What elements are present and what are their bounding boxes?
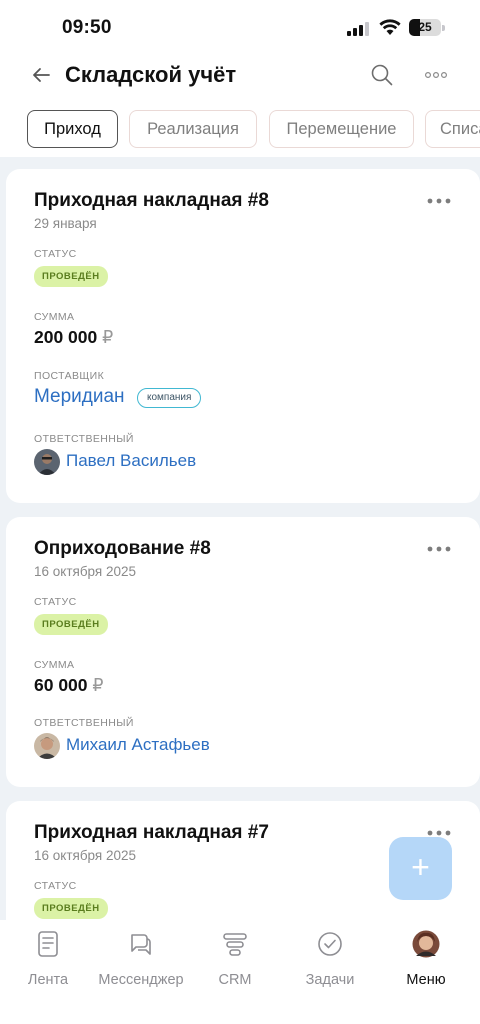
amount-number: 200 000 [34, 327, 98, 347]
status-label: СТАТУС [34, 880, 77, 892]
card-date: 29 января [34, 216, 97, 231]
currency-symbol: ₽ [92, 675, 104, 695]
status-label: СТАТУС [34, 248, 77, 260]
document-card[interactable]: Приходная накладная #8 29 января СТАТУС … [6, 169, 480, 503]
back-arrow-icon[interactable] [30, 64, 52, 86]
crm-icon [223, 933, 247, 956]
bottom-navigation: Лента Мессенджер CRM Задачи Меню [0, 920, 480, 1024]
document-card[interactable]: Оприходование #8 16 октября 2025 СТАТУС … [6, 517, 480, 787]
nav-label: Меню [406, 972, 446, 988]
amount-label: СУММА [34, 659, 75, 671]
tasks-icon [318, 932, 342, 956]
card-title: Оприходование #8 [34, 538, 211, 559]
feed-icon [38, 931, 58, 957]
status-label: СТАТУС [34, 596, 77, 608]
amount-value: 60 000 ₽ [34, 675, 104, 696]
add-document-button[interactable]: + [389, 837, 452, 900]
status-badge: ПРОВЕДЁН [34, 614, 108, 635]
battery-tip [442, 25, 445, 31]
search-icon[interactable] [370, 63, 394, 87]
currency-symbol: ₽ [102, 327, 114, 347]
nav-item-menu[interactable]: Меню [378, 926, 474, 988]
supplier-label: ПОСТАВЩИК [34, 370, 105, 382]
nav-label: Мессенджер [98, 972, 184, 988]
card-date: 16 октября 2025 [34, 564, 137, 579]
more-options-icon[interactable] [424, 66, 448, 84]
page-title: Складской учёт [65, 62, 237, 87]
card-more-icon[interactable] [426, 829, 452, 837]
tab-spisanie[interactable]: Списание [425, 110, 480, 148]
cellular-signal-icon [347, 22, 371, 36]
card-more-icon[interactable] [426, 545, 452, 553]
messenger-icon [131, 934, 151, 955]
status-badge: ПРОВЕДЁН [34, 266, 108, 287]
battery-icon: 25 [409, 19, 441, 36]
tab-peremeshchenie[interactable]: Перемещение [269, 110, 414, 148]
tab-bar: Приход Реализация Перемещение Списание [27, 110, 480, 148]
amount-label: СУММА [34, 311, 75, 323]
responsible-name: Михаил Астафьев [66, 735, 210, 754]
nav-label: Лента [27, 972, 69, 988]
avatar [34, 449, 60, 475]
app-header: Складской учёт [0, 56, 480, 100]
tab-prihod[interactable]: Приход [27, 110, 118, 148]
status-bar: 09:50 25 [0, 0, 480, 56]
menu-avatar-icon [412, 930, 440, 958]
nav-label: Задачи [305, 972, 355, 988]
card-date: 16 октября 2025 [34, 848, 137, 863]
nav-item-crm[interactable]: CRM [187, 926, 283, 988]
status-badge: ПРОВЕДЁН [34, 898, 108, 919]
company-badge: компания [137, 388, 202, 408]
responsible-name: Павел Васильев [66, 451, 197, 470]
status-time: 09:50 [62, 17, 112, 38]
plus-icon: + [411, 849, 430, 885]
avatar [34, 733, 60, 759]
tab-realizatsiya[interactable]: Реализация [129, 110, 257, 148]
nav-item-feed[interactable]: Лента [0, 926, 96, 988]
card-title: Приходная накладная #7 [34, 822, 269, 843]
amount-number: 60 000 [34, 675, 88, 695]
nav-item-messenger[interactable]: Мессенджер [93, 926, 189, 988]
responsible-label: ОТВЕТСТВЕННЫЙ [34, 433, 134, 445]
wifi-icon [379, 19, 401, 35]
responsible-label: ОТВЕТСТВЕННЫЙ [34, 717, 134, 729]
battery-level: 25 [418, 20, 432, 34]
card-title: Приходная накладная #8 [34, 190, 269, 211]
card-more-icon[interactable] [426, 197, 452, 205]
document-list: Приходная накладная #8 29 января СТАТУС … [0, 157, 480, 920]
supplier-link[interactable]: Меридиан [34, 386, 125, 408]
nav-item-tasks[interactable]: Задачи [282, 926, 378, 988]
nav-label: CRM [218, 972, 252, 988]
amount-value: 200 000 ₽ [34, 327, 113, 348]
